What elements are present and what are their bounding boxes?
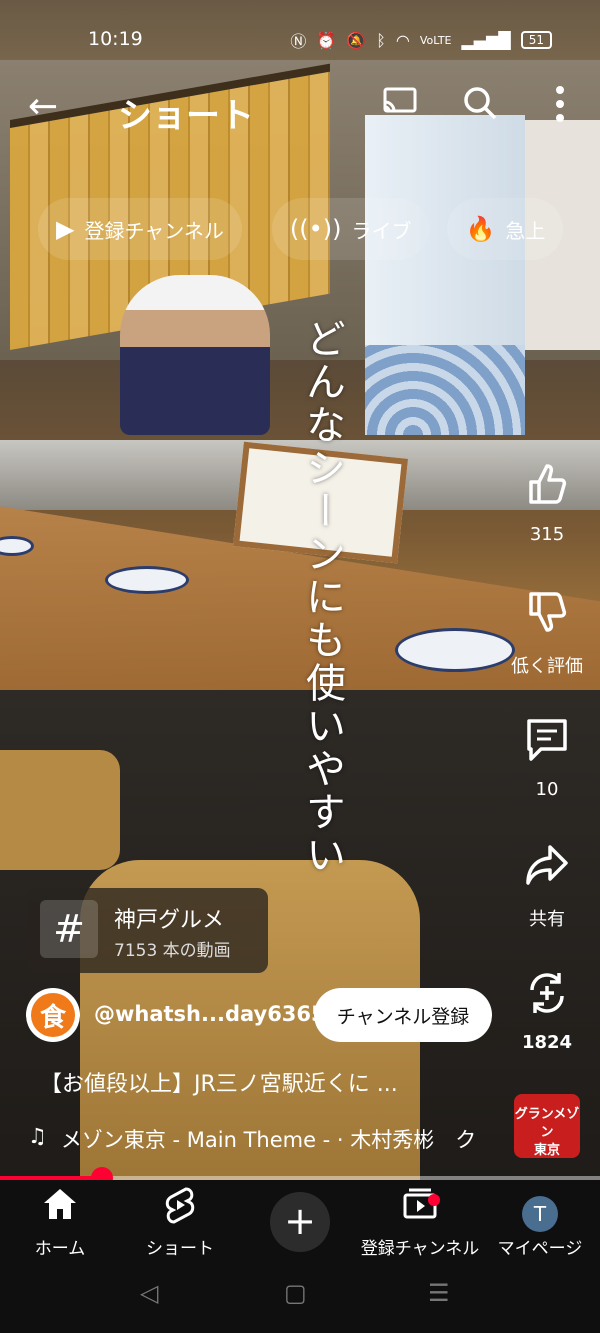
system-nav-bar: ◁ ▢ ☰ — [0, 1265, 600, 1333]
subscribe-button[interactable]: チャンネル登録 — [314, 988, 492, 1042]
bottom-nav: ホーム ショート + 登録チャンネル T マイページ — [0, 1180, 600, 1265]
cast-icon[interactable] — [382, 86, 418, 124]
hashtag-video-count: 7153 本の動画 — [114, 941, 231, 961]
noren-curtain — [365, 115, 525, 435]
chef — [120, 275, 270, 435]
filter-chips: ▶ 登録チャンネル ((•)) ライブ 🔥 急上 — [38, 198, 564, 260]
plus-icon: + — [284, 1199, 316, 1243]
nav-label: 登録チャンネル — [360, 1239, 480, 1259]
notification-dot — [428, 1194, 440, 1206]
thumbs-up-icon — [505, 462, 589, 514]
channel-handle[interactable]: @whatsh...day6365 — [94, 1002, 326, 1026]
volte-icon: VoLTE — [419, 33, 452, 47]
thumbs-down-icon — [505, 590, 589, 642]
subscriptions-icon: ▶ — [56, 215, 75, 243]
me-avatar-wrap: T — [480, 1186, 600, 1234]
system-back-icon[interactable]: ◁ — [140, 1279, 158, 1307]
chip-subscriptions[interactable]: ▶ 登録チャンネル — [38, 198, 242, 260]
avatar-glyph: 食 — [31, 993, 75, 1037]
share-label: 共有 — [529, 909, 565, 930]
music-row[interactable]: ♫ メゾン東京 - Main Theme - · 木村秀彬 ク — [28, 1124, 498, 1154]
share-button[interactable]: 共有 — [505, 843, 589, 931]
hashtag-icon: # — [40, 900, 98, 958]
nav-shorts[interactable]: ショート — [120, 1180, 240, 1259]
like-button[interactable]: 315 — [505, 462, 589, 545]
live-icon: ((•)) — [289, 215, 342, 243]
subscriptions-icon — [360, 1186, 480, 1234]
comments-button[interactable]: 10 — [505, 717, 589, 800]
stool — [0, 750, 120, 870]
comment-count: 10 — [535, 779, 559, 800]
signal-icon: ▂▄▆█ — [461, 30, 511, 50]
hashtag-card[interactable]: # 神戸グルメ 7153 本の動画 — [28, 888, 268, 973]
plate — [395, 628, 515, 672]
remix-icon — [505, 970, 589, 1022]
chip-live[interactable]: ((•)) ライブ — [271, 198, 430, 260]
nav-me[interactable]: T マイページ — [480, 1180, 600, 1259]
nfc-icon: Ⓝ — [290, 32, 307, 51]
comment-icon — [505, 717, 589, 769]
plate — [105, 566, 189, 594]
status-icons: Ⓝ ⏰ 🔕 ᛒ ◠ VoLTE ▂▄▆█ 51 — [290, 28, 552, 52]
dislike-label: 低く評価 — [511, 656, 583, 677]
music-note-icon: ♫ — [28, 1124, 47, 1148]
remix-count: 1824 — [521, 1032, 573, 1053]
share-icon — [505, 843, 589, 895]
create-button[interactable]: + — [270, 1192, 330, 1252]
home-icon — [0, 1186, 120, 1234]
page-title: ショート — [118, 96, 254, 136]
bluetooth-icon: ᛒ — [376, 30, 386, 50]
system-home-icon[interactable]: ▢ — [284, 1279, 307, 1307]
dislike-button[interactable]: 低く評価 — [505, 590, 589, 678]
avatar[interactable]: 食 — [26, 988, 80, 1042]
remix-button[interactable]: 1824 — [505, 970, 589, 1053]
nav-home[interactable]: ホーム — [0, 1180, 120, 1259]
nav-label: マイページ — [497, 1239, 583, 1259]
nav-label: ホーム — [34, 1239, 86, 1259]
sound-thumbnail[interactable]: グランメゾン 東京 — [514, 1094, 580, 1158]
status-time: 10:19 — [88, 28, 143, 50]
system-recents-icon[interactable]: ☰ — [428, 1279, 450, 1307]
music-title: メゾン東京 - Main Theme - · 木村秀彬 ク — [60, 1128, 477, 1152]
nav-subscriptions[interactable]: 登録チャンネル — [360, 1180, 480, 1259]
sound-thumbnail-line1: グランメゾン — [514, 1107, 580, 1140]
trending-icon: 🔥 — [465, 215, 496, 243]
alarm-icon: ⏰ — [316, 30, 337, 50]
chip-label: 登録チャンネル — [84, 218, 224, 243]
overlay-caption: どんなシーンにも使いやすい — [299, 318, 345, 877]
back-arrow-icon[interactable]: ← — [28, 86, 58, 127]
search-icon[interactable] — [463, 86, 497, 128]
video-title[interactable]: 【お値段以上】JR三ノ宮駅近くに ... — [40, 1066, 398, 1098]
wifi-icon: ◠ — [395, 30, 410, 50]
mute-icon: 🔕 — [346, 30, 367, 50]
chip-trending[interactable]: 🔥 急上 — [447, 198, 564, 260]
nav-label: ショート — [146, 1239, 214, 1259]
chip-label: 急上 — [505, 218, 546, 243]
status-bar: 10:19 Ⓝ ⏰ 🔕 ᛒ ◠ VoLTE ▂▄▆█ 51 — [0, 18, 600, 62]
like-count: 315 — [529, 524, 565, 545]
hashtag-name: 神戸グルメ — [114, 908, 225, 933]
sound-thumbnail-line2: 東京 — [533, 1143, 560, 1158]
shorts-icon — [120, 1186, 240, 1234]
chip-label: ライブ — [351, 218, 412, 243]
more-options-icon[interactable] — [554, 84, 566, 132]
battery-icon: 51 — [520, 31, 552, 49]
avatar: T — [522, 1196, 558, 1232]
channel-row: 食 @whatsh...day6365 チャンネル登録 — [26, 988, 496, 1042]
top-bar: ← ショート — [0, 80, 600, 140]
